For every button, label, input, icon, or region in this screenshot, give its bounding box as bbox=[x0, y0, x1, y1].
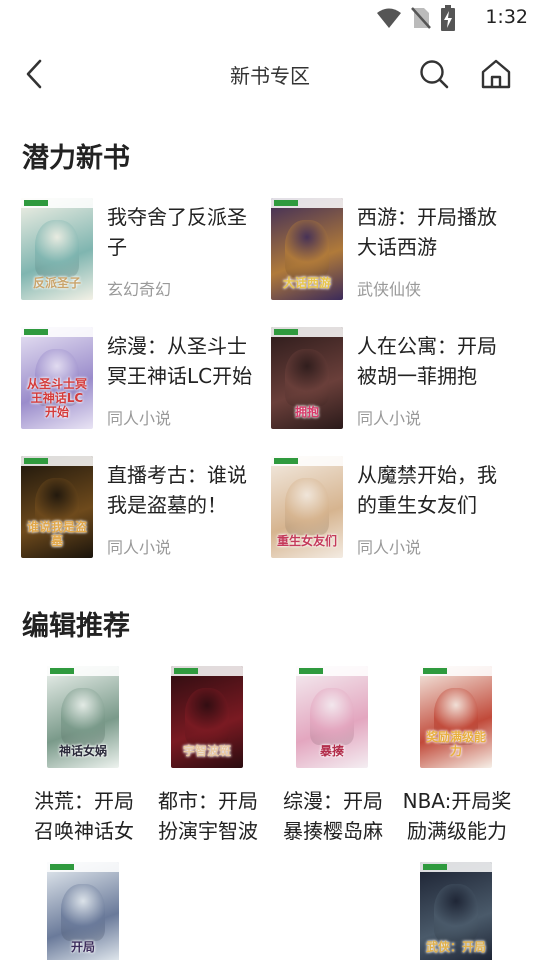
publisher-logo bbox=[24, 200, 48, 206]
cover-figure bbox=[285, 478, 329, 535]
book-card[interactable]: 反派圣子 我夺舍了反派圣子 玄幻奇幻 bbox=[21, 198, 271, 302]
section-title-editor: 编辑推荐 bbox=[22, 611, 130, 642]
cover-figure bbox=[61, 688, 105, 745]
book-cover: 奖励满级能力 bbox=[420, 666, 492, 768]
cover-title-art: 从圣斗士冥王神话LC开始 bbox=[26, 377, 87, 419]
no-sim-icon bbox=[411, 7, 431, 29]
book-card[interactable]: 从圣斗士冥王神话LC开始 综漫：从圣斗士冥王神话LC开始 同人小说 bbox=[21, 327, 271, 431]
book-genre: 同人小说 bbox=[357, 409, 422, 428]
cover-title-art: 神话女娲 bbox=[58, 744, 107, 758]
cover-figure bbox=[310, 688, 354, 745]
cover-title-art: 武侠：开局 bbox=[425, 940, 486, 954]
book-title: 人在公寓：开局被胡一菲拥抱 bbox=[357, 334, 497, 388]
book-title: 综漫：开局暴揍樱岛麻 bbox=[283, 789, 383, 843]
book-title: 都市：开局扮演宇智波 bbox=[158, 789, 258, 843]
cover-title-art: 宇智波斑 bbox=[182, 744, 231, 758]
home-button[interactable] bbox=[476, 56, 516, 92]
book-title: 综漫：从圣斗士冥王神话LC开始 bbox=[107, 334, 253, 388]
book-card[interactable]: 大话西游 西游：开局播放大话西游 武侠仙侠 bbox=[271, 198, 521, 302]
cover-publisher-band bbox=[171, 666, 243, 676]
publisher-logo bbox=[50, 668, 74, 674]
status-bar: 1:32 bbox=[0, 0, 540, 36]
cover-figure bbox=[285, 220, 329, 277]
book-title: 我夺舍了反派圣子 bbox=[107, 205, 247, 259]
cover-figure bbox=[61, 884, 105, 941]
book-title: NBA:开局奖励满级能力 bbox=[402, 789, 512, 843]
book-title: 洪荒：开局召唤神话女 bbox=[34, 789, 134, 843]
book-cover: 大话西游 bbox=[271, 198, 343, 300]
search-icon bbox=[420, 60, 449, 89]
cover-publisher-band bbox=[47, 666, 119, 676]
publisher-logo bbox=[50, 864, 74, 870]
cover-publisher-band bbox=[21, 198, 93, 208]
home-icon bbox=[481, 59, 511, 89]
book-cover: 从圣斗士冥王神话LC开始 bbox=[21, 327, 93, 429]
publisher-logo bbox=[24, 329, 48, 335]
book-cover: 神话女娲 bbox=[47, 666, 119, 768]
search-button[interactable] bbox=[414, 56, 454, 92]
publisher-logo bbox=[274, 329, 298, 335]
wifi-icon bbox=[377, 8, 401, 28]
cover-figure bbox=[285, 349, 329, 406]
publisher-logo bbox=[299, 668, 323, 674]
book-title: 从魔禁开始，我的重生女友们 bbox=[357, 463, 497, 517]
page-title: 新书专区 bbox=[230, 64, 310, 88]
status-icons bbox=[376, 5, 456, 31]
book-title: 直播考古：谁说我是盗墓的！ bbox=[107, 463, 247, 517]
cover-publisher-band bbox=[47, 862, 119, 872]
cover-title-art: 谁说我是盗墓 bbox=[26, 520, 87, 548]
cover-title-art: 奖励满级能力 bbox=[425, 730, 486, 758]
cover-publisher-band bbox=[420, 666, 492, 676]
cover-title-art: 开局 bbox=[70, 940, 95, 954]
book-genre: 玄幻奇幻 bbox=[107, 280, 172, 299]
clock: 1:32 bbox=[485, 6, 528, 28]
book-cover: 武侠：开局 bbox=[420, 862, 492, 960]
book-genre: 同人小说 bbox=[107, 409, 172, 428]
cover-figure bbox=[35, 220, 79, 277]
book-cover: 暴揍 bbox=[296, 666, 368, 768]
book-genre: 同人小说 bbox=[357, 538, 422, 557]
book-card[interactable]: 拥抱 人在公寓：开局被胡一菲拥抱 同人小说 bbox=[271, 327, 521, 431]
battery-charging-icon bbox=[441, 5, 455, 31]
cover-title-art: 拥抱 bbox=[294, 405, 319, 419]
book-card[interactable]: 谁说我是盗墓 直播考古：谁说我是盗墓的！ 同人小说 bbox=[21, 456, 271, 560]
book-cover: 拥抱 bbox=[271, 327, 343, 429]
cover-publisher-band bbox=[296, 666, 368, 676]
book-cover: 谁说我是盗墓 bbox=[21, 456, 93, 558]
cover-publisher-band bbox=[271, 456, 343, 466]
cover-publisher-band bbox=[21, 327, 93, 337]
book-genre: 武侠仙侠 bbox=[357, 280, 422, 299]
section-title-potential: 潜力新书 bbox=[22, 143, 130, 174]
cover-publisher-band bbox=[271, 198, 343, 208]
cover-publisher-band bbox=[271, 327, 343, 337]
book-title: 西游：开局播放大话西游 bbox=[357, 205, 497, 259]
publisher-logo bbox=[24, 458, 48, 464]
cover-figure bbox=[185, 688, 229, 745]
cover-figure bbox=[434, 884, 478, 941]
cover-title-art: 重生女友们 bbox=[276, 534, 337, 548]
publisher-logo bbox=[423, 864, 447, 870]
cover-title-art: 反派圣子 bbox=[32, 276, 81, 290]
publisher-logo bbox=[274, 200, 298, 206]
cover-publisher-band bbox=[420, 862, 492, 872]
book-cover: 重生女友们 bbox=[271, 456, 343, 558]
book-cover: 宇智波斑 bbox=[171, 666, 243, 768]
publisher-logo bbox=[174, 668, 198, 674]
book-cover: 开局 bbox=[47, 862, 119, 960]
cover-publisher-band bbox=[21, 456, 93, 466]
book-genre: 同人小说 bbox=[107, 538, 172, 557]
book-cover: 反派圣子 bbox=[21, 198, 93, 300]
publisher-logo bbox=[423, 668, 447, 674]
title-bar: 新书专区 bbox=[0, 46, 540, 102]
cover-title-art: 大话西游 bbox=[282, 276, 331, 290]
book-card[interactable]: 重生女友们 从魔禁开始，我的重生女友们 同人小说 bbox=[271, 456, 521, 560]
publisher-logo bbox=[274, 458, 298, 464]
cover-title-art: 暴揍 bbox=[319, 744, 344, 758]
